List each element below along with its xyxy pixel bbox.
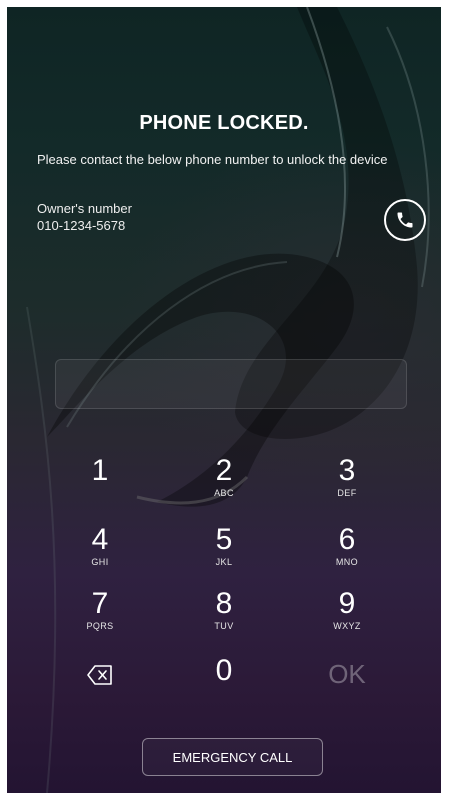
emergency-call-button[interactable]: EMERGENCY CALL: [142, 738, 323, 776]
key-digit: 7: [91, 587, 109, 620]
key-letters: TUV: [214, 621, 234, 631]
key-letters: WXYZ: [333, 621, 361, 631]
backspace-icon: [87, 665, 112, 685]
keypad-key-0[interactable]: 0: [174, 654, 274, 718]
keypad-key-3[interactable]: 3 DEF: [297, 454, 397, 518]
key-digit: 5: [215, 523, 233, 556]
keypad-key-8[interactable]: 8 TUV: [174, 587, 274, 651]
pin-input-field[interactable]: [55, 359, 407, 409]
ok-label: OK: [328, 659, 366, 689]
keypad-key-5[interactable]: 5 JKL: [174, 523, 274, 587]
key-letters: GHI: [91, 557, 109, 567]
call-owner-button[interactable]: [384, 199, 426, 241]
key-letters: DEF: [337, 488, 357, 498]
keypad-key-4[interactable]: 4 GHI: [50, 523, 150, 587]
owner-number: 010-1234-5678: [37, 218, 126, 233]
key-digit: 6: [338, 523, 356, 556]
key-digit: 8: [215, 587, 233, 620]
keypad-key-7[interactable]: 7 PQRS: [50, 587, 150, 651]
owner-number-label: Owner's number: [37, 201, 132, 216]
key-letters: JKL: [215, 557, 233, 567]
key-digit: 3: [338, 454, 356, 487]
phone-icon: [397, 212, 413, 228]
key-letters: MNO: [335, 557, 359, 567]
key-digit: 4: [91, 523, 109, 556]
lock-screen: PHONE LOCKED. Please contact the below p…: [7, 7, 441, 793]
keypad-key-1[interactable]: 1: [50, 454, 150, 518]
key-letters: ABC: [214, 488, 234, 498]
key-digit: 2: [215, 454, 233, 487]
key-digit: 0: [215, 654, 233, 687]
lock-message: Please contact the below phone number to…: [37, 152, 388, 167]
key-digit: 9: [338, 587, 356, 620]
key-letters: PQRS: [86, 621, 114, 631]
keypad-key-6[interactable]: 6 MNO: [297, 523, 397, 587]
key-digit: 1: [91, 454, 109, 487]
keypad-key-9[interactable]: 9 WXYZ: [297, 587, 397, 651]
page-title: PHONE LOCKED.: [139, 112, 309, 134]
keypad-key-2[interactable]: 2 ABC: [174, 454, 274, 518]
backspace-button[interactable]: [50, 657, 150, 721]
ok-button[interactable]: OK: [297, 657, 397, 721]
